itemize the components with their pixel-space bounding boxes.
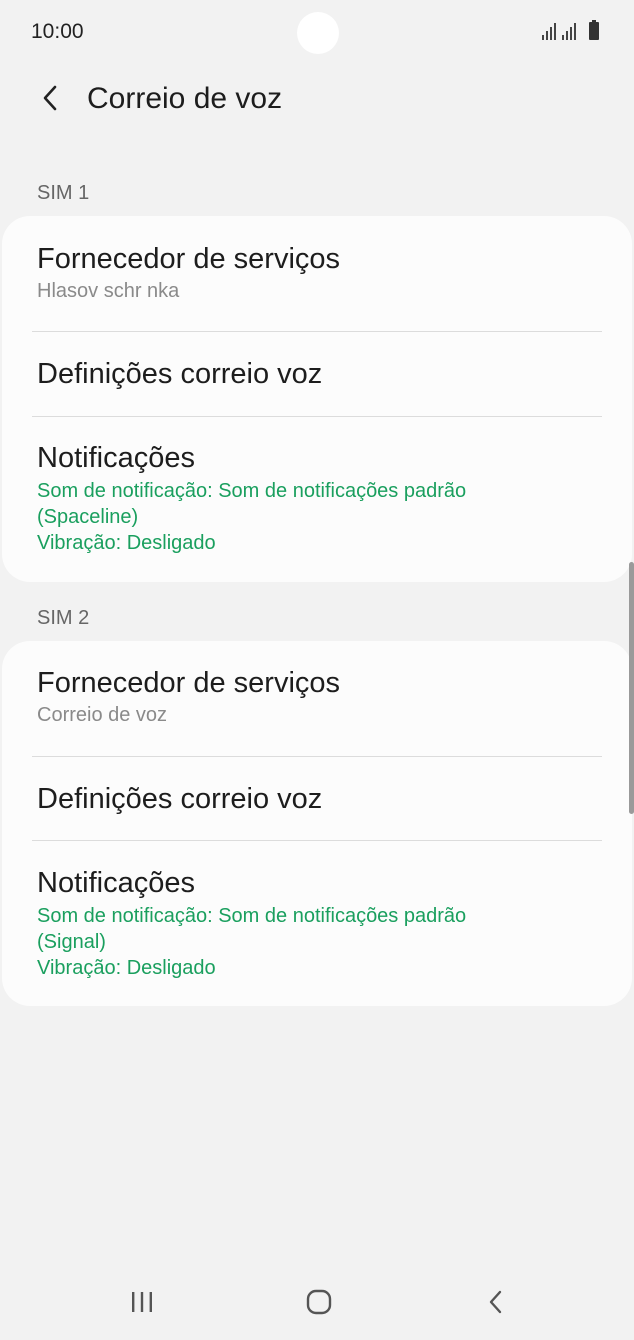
sim1-notification-sound-line1: Som de notificação: Som de notificações … (37, 480, 467, 502)
recents-icon (132, 1292, 152, 1312)
sim1-voicemail-settings[interactable]: Definições correio voz (37, 357, 602, 391)
sim2-notification-sound-line1: Som de notificação: Som de notificações … (37, 905, 467, 927)
battery-icon (589, 20, 599, 40)
sim1-notifications-title: Notificações (37, 442, 195, 474)
sim2-notification-sound-line2: (Signal) (37, 931, 106, 953)
section-label-sim1: SIM 1 (37, 182, 90, 204)
nav-back-button[interactable] (466, 1280, 526, 1324)
status-bar: 10:00 (0, 0, 634, 64)
back-icon (489, 1290, 502, 1314)
sim2-notifications[interactable]: Notificações Som de notificação: Som de … (37, 866, 602, 981)
sim1-voicemail-settings-title: Definições correio voz (37, 358, 323, 390)
page-title: Correio de voz (87, 82, 283, 115)
sim2-service-provider-value: Correio de voz (37, 704, 168, 726)
scrollbar[interactable] (629, 562, 634, 814)
navigation-bar (0, 1262, 634, 1340)
sim2-vibration-status: Vibração: Desligado (37, 957, 216, 979)
sim1-vibration-status: Vibração: Desligado (37, 532, 216, 554)
sim2-voicemail-settings[interactable]: Definições correio voz (37, 782, 602, 816)
sim1-service-provider-title: Fornecedor de serviços (37, 243, 341, 275)
sim2-service-provider[interactable]: Fornecedor de serviços Correio de voz (37, 666, 602, 728)
sim1-service-provider-value: Hlasov schr nka (37, 280, 180, 302)
app-bar: Correio de voz (0, 72, 634, 128)
sim2-notification-sound: Som de notificação: Som de notificações … (37, 903, 602, 981)
back-button[interactable] (30, 78, 70, 118)
signal-icon-sim2 (562, 23, 576, 40)
signal-battery-icons (542, 20, 599, 40)
chevron-left-icon (43, 85, 57, 111)
divider (32, 331, 602, 332)
recents-button[interactable] (112, 1280, 172, 1324)
section-label-sim2: SIM 2 (37, 607, 90, 629)
home-button[interactable] (289, 1280, 349, 1324)
divider (32, 416, 602, 417)
home-icon (306, 1289, 332, 1315)
sim1-notifications[interactable]: Notificações Som de notificação: Som de … (37, 441, 602, 556)
signal-icon-sim1 (542, 23, 556, 40)
divider (32, 756, 602, 757)
sim1-notification-sound-line2: (Spaceline) (37, 506, 139, 528)
card-sim2: Fornecedor de serviços Correio de voz De… (2, 641, 632, 1006)
sim2-service-provider-title: Fornecedor de serviços (37, 667, 341, 699)
screen: 10:00 Correio de voz SIM 1 Fornecedor de… (0, 0, 634, 1340)
sim1-notification-sound: Som de notificação: Som de notificações … (37, 478, 602, 556)
sim2-notifications-title: Notificações (37, 867, 195, 899)
sim1-service-provider[interactable]: Fornecedor de serviços Hlasov schr nka (37, 242, 602, 304)
sim2-voicemail-settings-title: Definições correio voz (37, 783, 323, 815)
camera-cutout (297, 12, 339, 54)
card-sim1: Fornecedor de serviços Hlasov schr nka D… (2, 216, 632, 582)
divider (32, 840, 602, 841)
status-time: 10:00 (31, 20, 84, 43)
